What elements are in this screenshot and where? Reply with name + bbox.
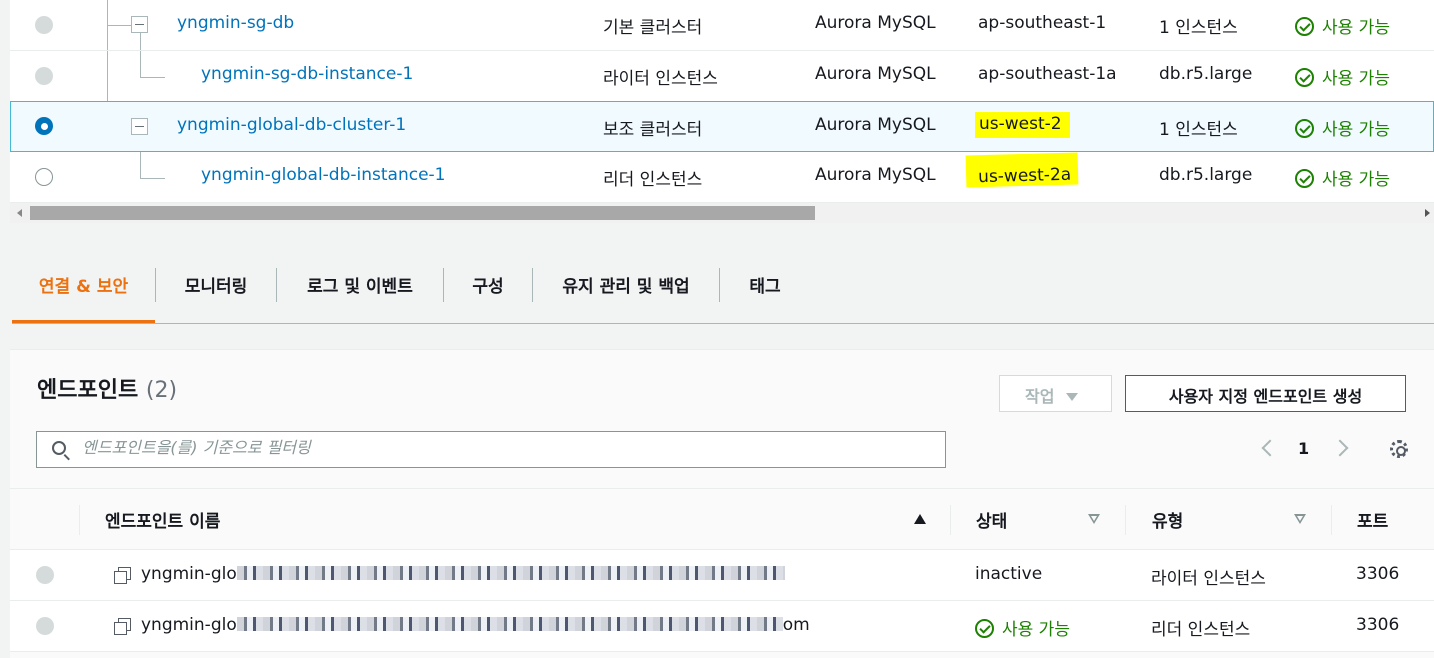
next-page-icon[interactable] — [1331, 439, 1349, 457]
endpoint-type: 리더 인스턴스 — [1151, 620, 1251, 640]
tab-monitoring[interactable]: 모니터링 — [156, 258, 276, 323]
db-region-highlighted: us-west-2a — [965, 152, 1079, 188]
scroll-left-icon[interactable] — [17, 209, 22, 217]
db-identifier-link[interactable]: yngmin-sg-db-instance-1 — [201, 64, 413, 84]
endpoint-port: 3306 — [1356, 564, 1400, 584]
db-identifier-link[interactable]: yngmin-global-db-cluster-1 — [177, 115, 406, 135]
db-size: db.r5.large — [1159, 165, 1253, 185]
db-table: yngmin-sg-db 기본 클러스터 Aurora MySQL ap-sou… — [10, 0, 1434, 223]
endpoint-type: 라이터 인스턴스 — [1151, 569, 1266, 589]
redacted-text — [236, 617, 783, 631]
tab-configuration[interactable]: 구성 — [444, 258, 532, 323]
db-role: 기본 클러스터 — [603, 18, 703, 38]
detail-tabs: 연결 & 보안 모니터링 로그 및 이벤트 구성 유지 관리 및 백업 태그 — [12, 258, 1434, 324]
column-header-type[interactable]: 유형 — [1152, 507, 1183, 532]
scroll-right-icon[interactable] — [1425, 209, 1430, 217]
page-number[interactable]: 1 — [1298, 439, 1309, 458]
copy-icon[interactable] — [114, 618, 131, 635]
column-divider — [1331, 505, 1332, 535]
db-row-global-instance[interactable]: yngmin-global-db-instance-1 리더 인스턴스 Auro… — [10, 152, 1434, 203]
column-header-name[interactable]: 엔드포인트 이름 — [105, 507, 220, 532]
db-status: 사용 가능 — [1295, 13, 1390, 38]
db-row-sg-instance[interactable]: yngmin-sg-db-instance-1 라이터 인스턴스 Aurora … — [10, 51, 1434, 102]
redacted-text — [236, 566, 785, 580]
db-row-global-cluster[interactable]: yngmin-global-db-cluster-1 보조 클러스터 Auror… — [10, 101, 1434, 152]
search-box[interactable] — [36, 431, 946, 468]
db-role: 리더 인스턴스 — [603, 170, 703, 190]
check-circle-icon — [1295, 68, 1314, 87]
endpoint-name: yngmin-glo om — [141, 615, 810, 635]
row-radio — [35, 67, 53, 85]
column-divider — [1125, 505, 1126, 535]
db-status: 사용 가능 — [1295, 115, 1390, 140]
caret-down-icon — [1066, 393, 1079, 401]
db-size: db.r5.large — [1159, 64, 1253, 84]
sort-icon[interactable] — [1294, 514, 1306, 524]
actions-button[interactable]: 작업 — [999, 375, 1112, 412]
check-circle-icon — [1295, 17, 1314, 36]
endpoint-status: inactive — [975, 564, 1043, 584]
db-engine: Aurora MySQL — [815, 115, 936, 135]
tab-tags[interactable]: 태그 — [720, 258, 810, 323]
db-role: 보조 클러스터 — [603, 120, 703, 140]
tab-connectivity-security[interactable]: 연결 & 보안 — [12, 258, 155, 323]
row-radio — [36, 617, 54, 635]
db-size: 1 인스턴스 — [1159, 120, 1238, 140]
sort-ascending-icon[interactable] — [914, 514, 926, 524]
row-radio-selected[interactable] — [35, 117, 53, 135]
collapse-icon[interactable] — [131, 16, 148, 33]
table-row[interactable]: yngmin-glo inactive 라이터 인스턴스 3306 — [10, 550, 1434, 601]
db-status: 사용 가능 — [1295, 64, 1390, 89]
db-engine: Aurora MySQL — [815, 13, 936, 33]
create-custom-endpoint-button[interactable]: 사용자 지정 엔드포인트 생성 — [1125, 375, 1406, 412]
row-radio — [35, 16, 53, 34]
db-row-sg-cluster[interactable]: yngmin-sg-db 기본 클러스터 Aurora MySQL ap-sou… — [10, 0, 1434, 51]
check-circle-icon — [975, 619, 994, 638]
row-radio[interactable] — [35, 168, 53, 186]
db-identifier-link[interactable]: yngmin-sg-db — [177, 13, 294, 33]
check-circle-icon — [1295, 169, 1314, 188]
tab-logs-events[interactable]: 로그 및 이벤트 — [277, 258, 443, 323]
db-role: 라이터 인스턴스 — [603, 69, 718, 89]
search-input[interactable] — [82, 438, 932, 457]
horizontal-scrollbar[interactable] — [10, 203, 1434, 223]
db-region: ap-southeast-1a — [978, 64, 1117, 84]
endpoint-status: 사용 가능 — [975, 615, 1070, 640]
db-region-highlighted: us-west-2 — [975, 112, 1070, 138]
gear-icon[interactable] — [1390, 440, 1408, 458]
endpoint-name: yngmin-glo — [141, 564, 785, 584]
endpoints-count: (2) — [145, 378, 178, 403]
column-header-port[interactable]: 포트 — [1357, 507, 1388, 532]
previous-page-icon[interactable] — [1261, 439, 1279, 457]
column-header-status[interactable]: 상태 — [976, 507, 1007, 532]
db-size: 1 인스턴스 — [1159, 18, 1238, 38]
scrollbar-thumb[interactable] — [30, 206, 815, 220]
db-engine: Aurora MySQL — [815, 64, 936, 84]
check-circle-icon — [1295, 119, 1314, 138]
db-identifier-link[interactable]: yngmin-global-db-instance-1 — [201, 165, 445, 185]
endpoints-title: 엔드포인트 (2) — [37, 378, 178, 403]
sort-icon[interactable] — [1088, 514, 1100, 524]
endpoints-panel: 엔드포인트 (2) 작업 사용자 지정 엔드포인트 생성 1 엔드포인트 이름 … — [10, 349, 1434, 658]
db-region: ap-southeast-1 — [978, 13, 1107, 33]
db-engine: Aurora MySQL — [815, 165, 936, 185]
endpoint-port: 3306 — [1356, 615, 1400, 635]
collapse-icon[interactable] — [131, 118, 148, 135]
search-icon — [52, 441, 66, 455]
column-divider — [950, 505, 951, 535]
tab-maintenance-backup[interactable]: 유지 관리 및 백업 — [533, 258, 719, 323]
table-header: 엔드포인트 이름 상태 유형 포트 — [10, 488, 1434, 550]
table-row[interactable]: yngmin-glo om 사용 가능 리더 인스턴스 3306 — [10, 601, 1434, 652]
column-divider — [79, 505, 80, 535]
copy-icon[interactable] — [114, 567, 131, 584]
row-radio — [36, 566, 54, 584]
db-status: 사용 가능 — [1295, 165, 1390, 190]
